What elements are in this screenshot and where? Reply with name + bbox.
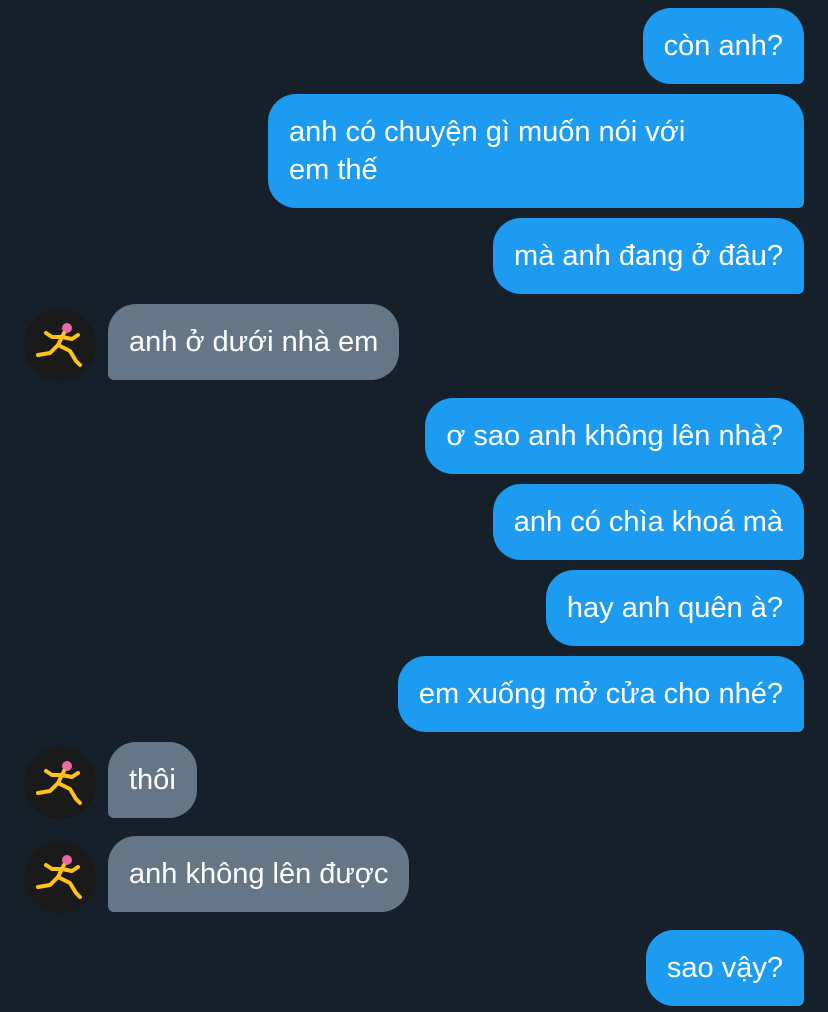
outgoing-message[interactable]: anh có chìa khoá mà [492,484,804,560]
outgoing-message[interactable]: mà anh đang ở đâu? [493,218,804,294]
running-figure-icon [24,841,96,913]
avatar[interactable] [24,309,96,381]
incoming-message[interactable]: thôi [108,742,197,818]
avatar[interactable] [24,747,96,819]
avatar[interactable] [24,841,96,913]
outgoing-message[interactable]: anh có chuyện gì muốn nói với em thế [268,94,804,208]
outgoing-message[interactable]: ơ sao anh không lên nhà? [425,398,804,474]
outgoing-message[interactable]: em xuống mở cửa cho nhé? [397,656,804,732]
outgoing-message[interactable]: hay anh quên à? [545,570,804,646]
incoming-message[interactable]: anh ở dưới nhà em [108,304,400,380]
outgoing-message[interactable]: còn anh? [642,8,804,84]
incoming-message[interactable]: anh không lên được [108,836,410,912]
running-figure-icon [24,309,96,381]
outgoing-message[interactable]: sao vậy? [645,930,804,1006]
running-figure-icon [24,747,96,819]
